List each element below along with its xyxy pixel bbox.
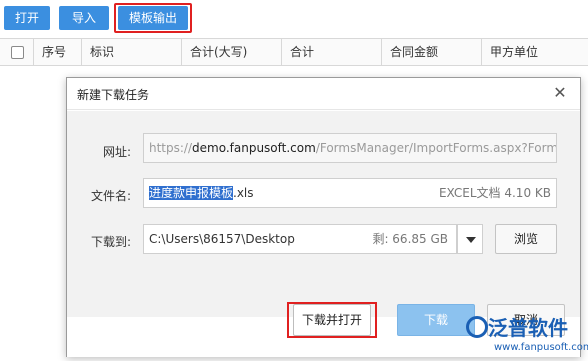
free-space-text: 剩: 66.85 GB	[372, 232, 448, 246]
column-header-party-a[interactable]: 甲方单位	[482, 39, 588, 65]
dialog-body: 网址: https://demo.fanpusoft.com/FormsMana…	[67, 111, 580, 317]
select-all-cell	[0, 39, 34, 65]
column-header-contract-amount[interactable]: 合同金额	[382, 39, 482, 65]
brand-watermark: 泛普软件 www.fanpusoft.com	[466, 312, 588, 360]
dialog-title: 新建下载任务	[77, 88, 150, 102]
filename-input[interactable]: 进度款申报模板.xls EXCEL文档 4.10 KB	[143, 178, 557, 208]
import-button[interactable]: 导入	[59, 6, 109, 30]
url-path: /FormsManager/ImportForms.aspx?Formi	[315, 141, 557, 155]
open-button[interactable]: 打开	[4, 6, 50, 30]
file-type-size: EXCEL文档 4.10 KB	[438, 186, 551, 200]
browse-button[interactable]: 浏览	[495, 224, 557, 254]
brand-logo-icon	[466, 316, 488, 338]
download-button[interactable]: 下载	[397, 304, 475, 336]
save-path-input[interactable]: C:\Users\86157\Desktop 剩: 66.85 GB	[143, 224, 457, 254]
save-path-text: C:\Users\86157\Desktop	[149, 232, 295, 246]
download-and-open-button[interactable]: 下载并打开	[293, 304, 371, 336]
save-path-dropdown[interactable]	[457, 224, 483, 254]
column-header-index[interactable]: 序号	[34, 39, 82, 65]
table-header: 序号 标识 合计(大写) 合计 合同金额 甲方单位	[0, 38, 588, 66]
url-host: demo.fanpusoft.com	[192, 141, 316, 155]
column-header-total-uppercase[interactable]: 合计(大写)	[182, 39, 282, 65]
toolbar: 打开 导入 模板输出	[0, 0, 588, 36]
filename-selected-text: 进度款申报模板	[149, 186, 234, 200]
filename-label: 文件名:	[90, 189, 131, 203]
chevron-down-icon	[466, 237, 476, 243]
column-header-tag[interactable]: 标识	[82, 39, 182, 65]
saveto-label: 下载到:	[90, 235, 131, 249]
filename-extension: .xls	[233, 186, 254, 200]
export-template-button[interactable]: 模板输出	[118, 6, 188, 30]
brand-name: 泛普软件	[488, 316, 568, 340]
brand-url: www.fanpusoft.com	[494, 342, 588, 353]
url-prefix: https://	[149, 141, 193, 155]
select-all-checkbox[interactable]	[11, 46, 24, 59]
url-label: 网址:	[102, 145, 131, 159]
close-icon[interactable]: ✕	[550, 83, 570, 103]
column-header-total[interactable]: 合计	[282, 39, 382, 65]
url-field[interactable]: https://demo.fanpusoft.com/FormsManager/…	[143, 133, 557, 163]
dialog-header: 新建下载任务 ✕	[67, 78, 580, 110]
